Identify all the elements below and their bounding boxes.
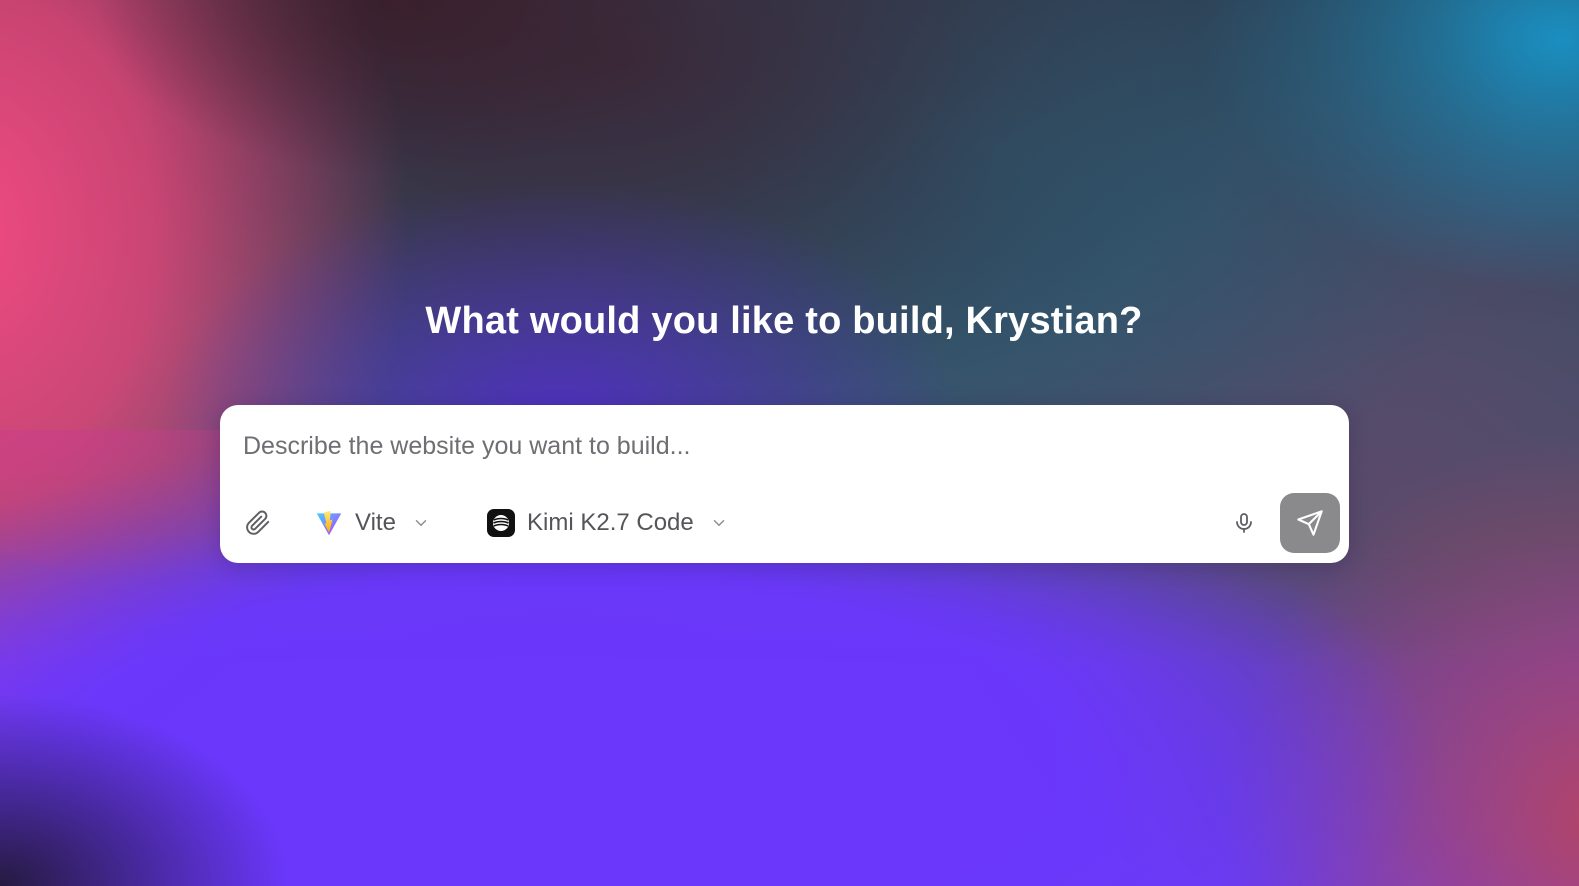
model-selector[interactable]: Kimi K2.7 Code: [487, 505, 728, 541]
app-background: What would you like to build, Krystian?: [0, 0, 1579, 886]
attach-button[interactable]: [242, 507, 274, 539]
send-button[interactable]: [1280, 493, 1340, 553]
prompt-composer: Vite Kimi K2.7 Code: [220, 405, 1349, 563]
chevron-down-icon: [412, 514, 430, 532]
prompt-input[interactable]: [241, 425, 1325, 467]
model-label: Kimi K2.7 Code: [527, 509, 694, 536]
kimi-logo-icon: [487, 509, 515, 537]
paperclip-icon: [246, 510, 270, 535]
framework-label: Vite: [355, 509, 396, 536]
microphone-icon: [1236, 513, 1252, 533]
framework-selector[interactable]: Vite: [315, 505, 430, 541]
vite-logo-icon: [316, 510, 342, 536]
microphone-button[interactable]: [1228, 507, 1260, 539]
composer-toolbar: Vite Kimi K2.7 Code: [220, 493, 1349, 553]
page-title: What would you like to build, Krystian?: [425, 300, 1143, 342]
send-icon: [1297, 510, 1323, 536]
chevron-down-icon: [710, 514, 728, 532]
